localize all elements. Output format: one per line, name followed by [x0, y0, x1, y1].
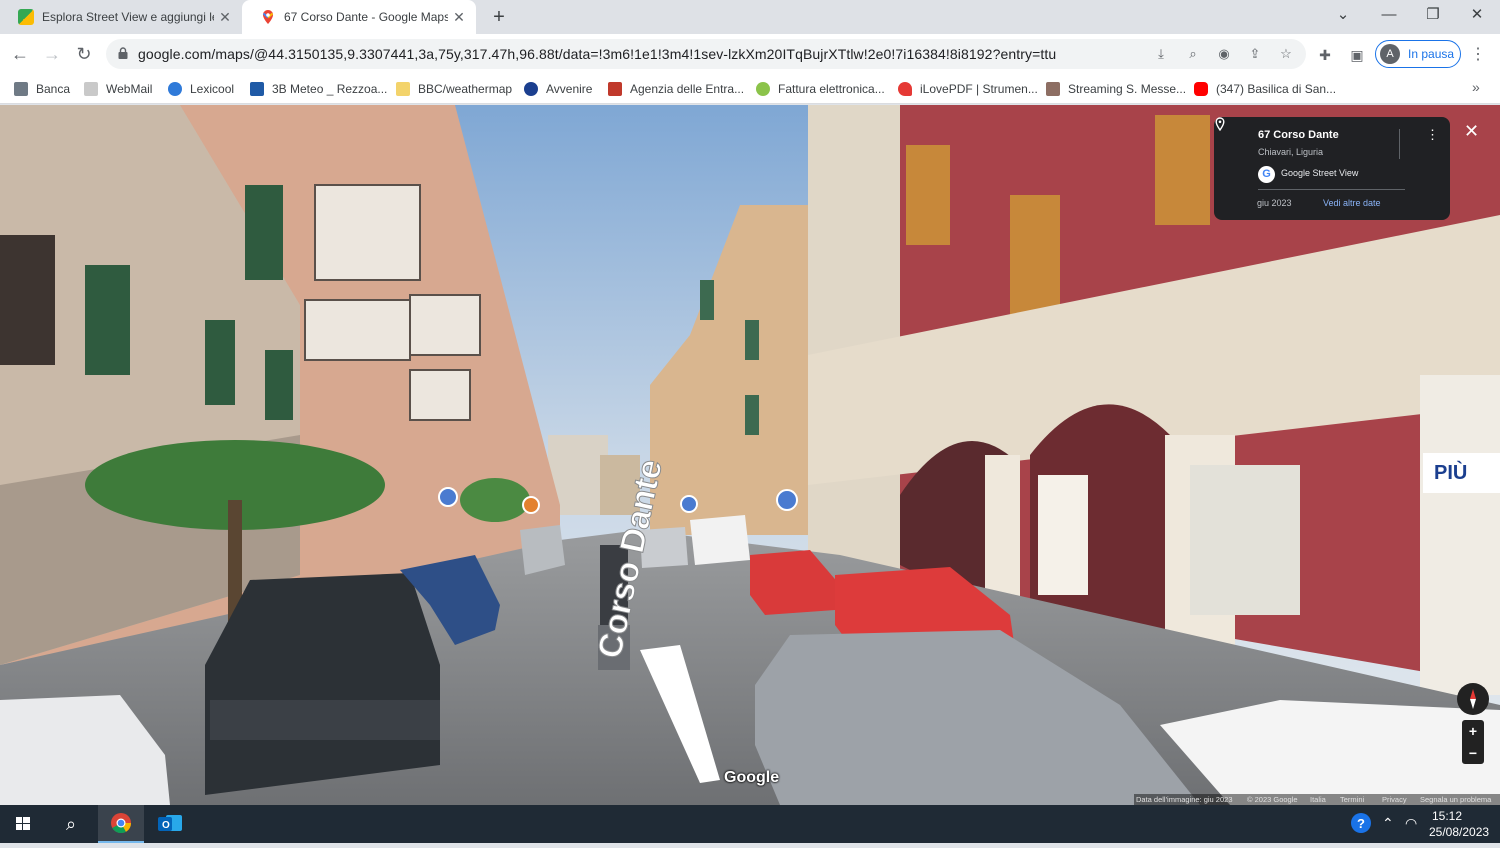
- menu-icon[interactable]: ⋮: [1470, 44, 1486, 64]
- windows-taskbar: ⌕ O ? ⌃ ◠ 15:12 25/08/2023: [0, 805, 1500, 843]
- share-icon[interactable]: ⇪: [1245, 44, 1265, 64]
- more-options-icon[interactable]: ⋮: [1426, 127, 1439, 143]
- bookmark-item[interactable]: BBC/weathermap: [396, 80, 512, 98]
- start-button[interactable]: [0, 805, 46, 843]
- tab-google-maps[interactable]: 67 Corso Dante - Google Maps ✕: [242, 0, 476, 34]
- search-icon[interactable]: ⌕: [50, 805, 92, 843]
- bookmarks-bar: Banca WebMail Lexicool 3B Meteo _ Rezzoa…: [0, 74, 1500, 104]
- bookmark-item[interactable]: Agenzia delle Entra...: [608, 80, 744, 98]
- bookmark-item[interactable]: WebMail: [84, 80, 152, 98]
- clock-time[interactable]: 15:12: [1432, 809, 1462, 823]
- youtube-icon: [1194, 82, 1208, 96]
- profile-status: In pausa: [1408, 47, 1455, 61]
- lock-icon: [118, 47, 128, 59]
- reload-icon[interactable]: ↻: [70, 40, 98, 68]
- restore-icon[interactable]: ❐: [1410, 0, 1456, 32]
- location-pin-icon[interactable]: [1214, 117, 1226, 131]
- folder-icon: [396, 82, 410, 96]
- divider: [1258, 189, 1405, 190]
- church-icon: [1046, 82, 1060, 96]
- heart-icon: [898, 82, 912, 96]
- zoom-out-button[interactable]: −: [1462, 742, 1484, 764]
- tab-street-view[interactable]: Esplora Street View e aggiungi le ✕: [0, 0, 242, 34]
- url-text[interactable]: google.com/maps/@44.3150135,9.3307441,3a…: [138, 46, 1056, 62]
- forward-icon[interactable]: →: [38, 40, 66, 68]
- bookmark-item[interactable]: Banca: [14, 80, 70, 98]
- google-g-icon: G: [1258, 166, 1275, 183]
- minimize-icon[interactable]: —: [1366, 0, 1412, 32]
- tab-strip: Esplora Street View e aggiungi le ✕ 67 C…: [0, 0, 1500, 34]
- tab-search-icon[interactable]: ⌄: [1320, 0, 1366, 32]
- clock-date[interactable]: 25/08/2023: [1429, 825, 1489, 839]
- tab-title: 67 Corso Dante - Google Maps: [284, 10, 448, 24]
- outlook-taskbar-icon[interactable]: O: [148, 805, 192, 843]
- new-tab-icon[interactable]: +: [486, 4, 512, 30]
- report-problem-link[interactable]: Segnala un problema: [1420, 795, 1491, 804]
- meteo-icon: [250, 82, 264, 96]
- image-date-text: Data dell'immagine: giu 2023: [1136, 795, 1233, 804]
- svg-text:O: O: [162, 820, 170, 831]
- extensions-icon[interactable]: ✚: [1314, 44, 1336, 66]
- bookmark-item[interactable]: (347) Basilica di San...: [1194, 80, 1336, 98]
- image-source: Google Street View: [1281, 168, 1359, 178]
- chrome-taskbar-icon[interactable]: [98, 805, 144, 843]
- maps-pin-icon: [260, 9, 276, 25]
- bookmark-item[interactable]: 3B Meteo _ Rezzoa...: [250, 80, 387, 98]
- bookmark-item[interactable]: Avvenire: [524, 80, 592, 98]
- bookmark-item[interactable]: iLovePDF | Strumen...: [898, 80, 1038, 98]
- svg-text:PIÙ: PIÙ: [1434, 460, 1467, 484]
- side-panel-icon[interactable]: ▣: [1346, 44, 1368, 66]
- maps-favicon-icon: [18, 9, 34, 25]
- browser-toolbar: ← → ↻ google.com/maps/@44.3150135,9.3307…: [0, 34, 1500, 74]
- bookmark-item[interactable]: Streaming S. Messe...: [1046, 80, 1186, 98]
- close-tab-icon[interactable]: ✕: [448, 9, 470, 26]
- bookmark-item[interactable]: Lexicool: [168, 80, 234, 98]
- svg-text:?: ?: [1357, 816, 1365, 831]
- tab-title: Esplora Street View e aggiungi le: [42, 10, 214, 24]
- google-logo: Google: [724, 769, 780, 786]
- bank-icon: [14, 82, 28, 96]
- mail-icon: [84, 82, 98, 96]
- chevron-up-icon[interactable]: ⌃: [1382, 815, 1394, 832]
- profile-button[interactable]: A In pausa: [1375, 40, 1461, 68]
- close-street-view-icon[interactable]: ✕: [1464, 121, 1479, 142]
- zoom-control: + −: [1462, 720, 1484, 764]
- lexicool-icon: [168, 82, 182, 96]
- fattura-icon: [756, 82, 770, 96]
- street-view-panorama[interactable]: Corso Dante PIÙ 67 Corso Dante Chiavari,…: [0, 105, 1500, 805]
- place-title: 67 Corso Dante: [1258, 129, 1339, 141]
- close-window-icon[interactable]: ✕: [1454, 0, 1500, 32]
- help-icon[interactable]: ?: [1350, 813, 1372, 837]
- capture-date[interactable]: giu 2023: [1257, 198, 1292, 208]
- compass-icon[interactable]: [1457, 683, 1489, 715]
- more-bookmarks-icon[interactable]: »: [1472, 79, 1480, 95]
- windows-icon: [16, 817, 30, 830]
- tracking-icon[interactable]: ◉: [1214, 44, 1234, 64]
- avatar: A: [1380, 44, 1400, 64]
- copyright-text: © 2023 Google: [1247, 795, 1298, 804]
- bookmark-star-icon[interactable]: ☆: [1276, 44, 1296, 64]
- street-view-info-card: 67 Corso Dante Chiavari, Liguria G Googl…: [1214, 117, 1450, 220]
- avvenire-icon: [524, 82, 538, 96]
- region-link[interactable]: Italia: [1310, 795, 1326, 804]
- more-dates-link[interactable]: Vedi altre date: [1323, 198, 1381, 208]
- divider: [1399, 129, 1400, 159]
- bookmark-item[interactable]: Fattura elettronica...: [756, 80, 885, 98]
- wifi-icon[interactable]: ◠: [1405, 815, 1417, 832]
- place-subtitle: Chiavari, Liguria: [1258, 147, 1324, 157]
- address-bar[interactable]: google.com/maps/@44.3150135,9.3307441,3a…: [106, 39, 1306, 69]
- zoom-icon[interactable]: ⌕: [1183, 44, 1203, 64]
- privacy-link[interactable]: Privacy: [1382, 795, 1407, 804]
- terms-link[interactable]: Termini: [1340, 795, 1364, 804]
- close-tab-icon[interactable]: ✕: [214, 9, 236, 26]
- zoom-in-button[interactable]: +: [1462, 720, 1484, 742]
- back-icon[interactable]: ←: [6, 40, 34, 68]
- install-icon[interactable]: ⤓: [1151, 44, 1171, 64]
- agenzia-icon: [608, 82, 622, 96]
- map-footer: Data dell'immagine: giu 2023 © 2023 Goog…: [1134, 794, 1500, 805]
